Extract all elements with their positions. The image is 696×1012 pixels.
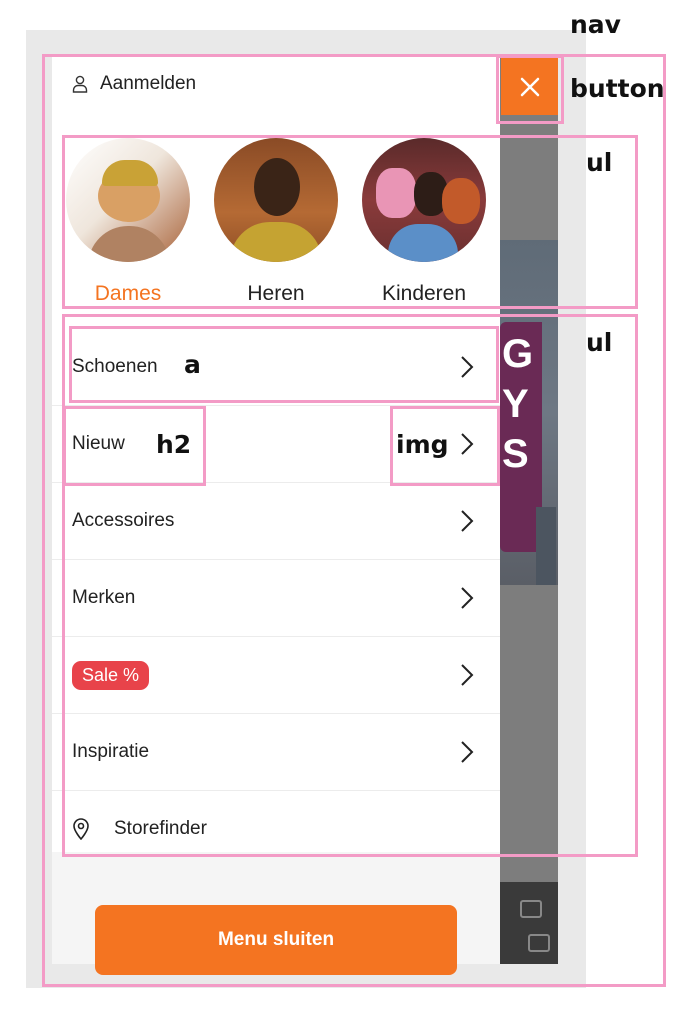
menu-item-storefinder: Storefinder xyxy=(52,791,500,867)
category-kinderen[interactable]: Kinderen xyxy=(362,138,486,306)
background-boot-image xyxy=(500,882,558,964)
close-icon xyxy=(520,77,539,96)
annotation-label-ul: ul xyxy=(586,148,613,177)
category-heren-image xyxy=(214,138,338,262)
menu-link-sale[interactable]: Sale % xyxy=(52,637,500,713)
menu-link-storefinder[interactable]: Storefinder xyxy=(52,791,500,867)
category-heren[interactable]: Heren xyxy=(214,138,338,306)
category-label: Dames xyxy=(94,282,162,305)
signin-link[interactable]: Aanmelden xyxy=(72,67,196,101)
signin-label: Aanmelden xyxy=(100,73,197,94)
chevron-right-icon xyxy=(461,356,474,378)
chevron-right-icon xyxy=(461,664,474,686)
chevron-right-icon xyxy=(461,741,474,763)
user-icon xyxy=(72,75,88,93)
menu-item-label: Accessoires xyxy=(72,510,175,531)
category-label: Heren xyxy=(247,282,305,305)
menu-list: Schoenen Nieuw Accessoires Merken Sale %… xyxy=(52,329,500,867)
close-button[interactable] xyxy=(501,58,558,115)
menu-item-label: Inspiratie xyxy=(72,741,150,762)
menu-item-label: Schoenen xyxy=(72,356,158,377)
category-dames[interactable]: Dames xyxy=(66,138,190,306)
background-building xyxy=(536,507,556,585)
menu-link-schoenen[interactable]: Schoenen xyxy=(52,329,500,405)
annotation-label-ul: ul xyxy=(586,328,613,357)
chevron-right-icon xyxy=(461,510,474,532)
menu-link-nieuw[interactable]: Nieuw xyxy=(52,406,500,482)
chevron-right-icon xyxy=(461,587,474,609)
menu-link-accessoires[interactable]: Accessoires xyxy=(52,483,500,559)
category-label: Kinderen xyxy=(381,282,467,305)
menu-item-sale: Sale % xyxy=(52,637,500,714)
menu-link-merken[interactable]: Merken xyxy=(52,560,500,636)
menu-item-inspiratie: Inspiratie xyxy=(52,714,500,791)
menu-item-label: Nieuw xyxy=(72,433,125,454)
category-list: Dames Heren Kinderen xyxy=(64,134,494,306)
category-kinderen-image xyxy=(362,138,486,262)
menu-item-nieuw: Nieuw xyxy=(52,406,500,483)
location-pin-icon xyxy=(73,818,89,840)
category-dames-image xyxy=(66,138,190,262)
menu-item-merken: Merken xyxy=(52,560,500,637)
sale-badge: Sale % xyxy=(72,660,150,690)
menu-item-accessoires: Accessoires xyxy=(52,483,500,560)
menu-item-label: Merken xyxy=(72,587,136,608)
menu-item-schoenen: Schoenen xyxy=(52,329,500,406)
menu-item-label: Storefinder xyxy=(114,818,207,839)
dimmed-page-content: GYS xyxy=(500,57,558,964)
chevron-right-icon xyxy=(461,433,474,455)
close-menu-button[interactable]: Menu sluiten xyxy=(95,905,457,975)
menu-link-inspiratie[interactable]: Inspiratie xyxy=(52,714,500,790)
